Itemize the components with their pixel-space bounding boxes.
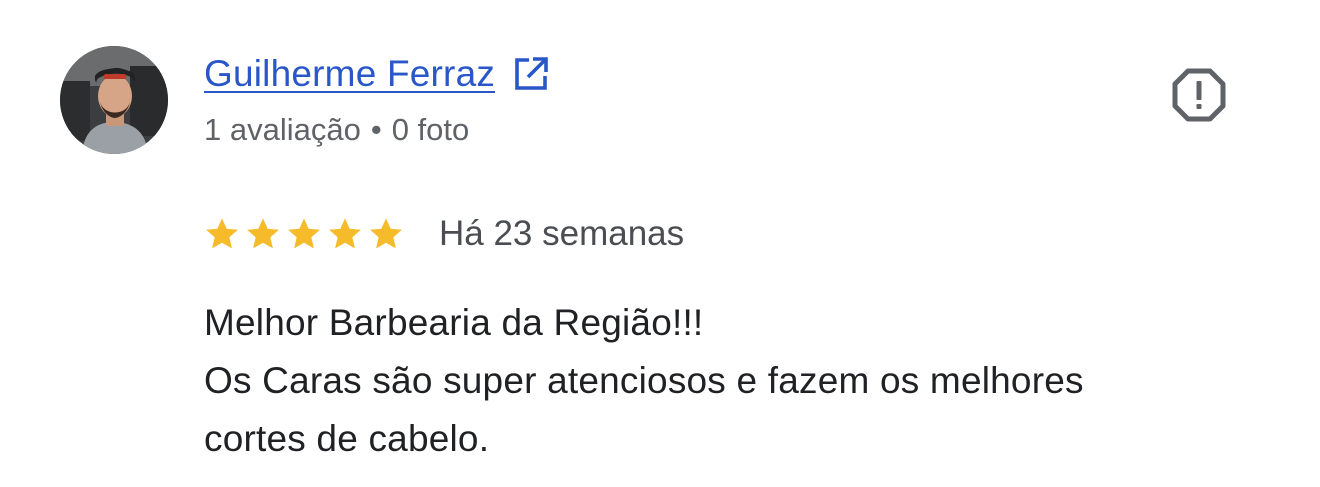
author-avatar[interactable]	[60, 46, 168, 154]
star-icon	[370, 218, 402, 249]
rating-row: Há 23 semanas	[204, 212, 684, 256]
star-icon	[288, 218, 320, 249]
author-header: Guilherme Ferraz	[204, 52, 549, 96]
review-text: Melhor Barbearia da Região!!! Os Caras s…	[204, 294, 1284, 468]
review-text-line: Melhor Barbearia da Região!!!	[204, 302, 704, 343]
star-rating	[204, 216, 409, 252]
star-icon	[247, 218, 279, 249]
review-time: Há 23 semanas	[439, 214, 685, 253]
photo-count: 0 foto	[391, 112, 470, 147]
review-count: 1 avaliação	[204, 112, 361, 147]
review-card: Guilherme Ferraz 1 avaliação • 0 foto Há 2…	[0, 0, 1320, 487]
review-text-line: Os Caras são super atenciosos e fazem os…	[204, 360, 1084, 401]
author-name-link[interactable]: Guilherme Ferraz	[204, 52, 495, 96]
avatar-photo	[60, 46, 168, 154]
review-text-line: cortes de cabelo.	[204, 418, 490, 459]
star-icon	[206, 218, 238, 249]
open-in-new-icon[interactable]	[513, 56, 549, 92]
star-icon	[329, 218, 361, 249]
report-flag-icon[interactable]	[1171, 67, 1227, 123]
author-stats: 1 avaliação • 0 foto	[204, 110, 469, 150]
meta-separator: •	[370, 112, 382, 147]
